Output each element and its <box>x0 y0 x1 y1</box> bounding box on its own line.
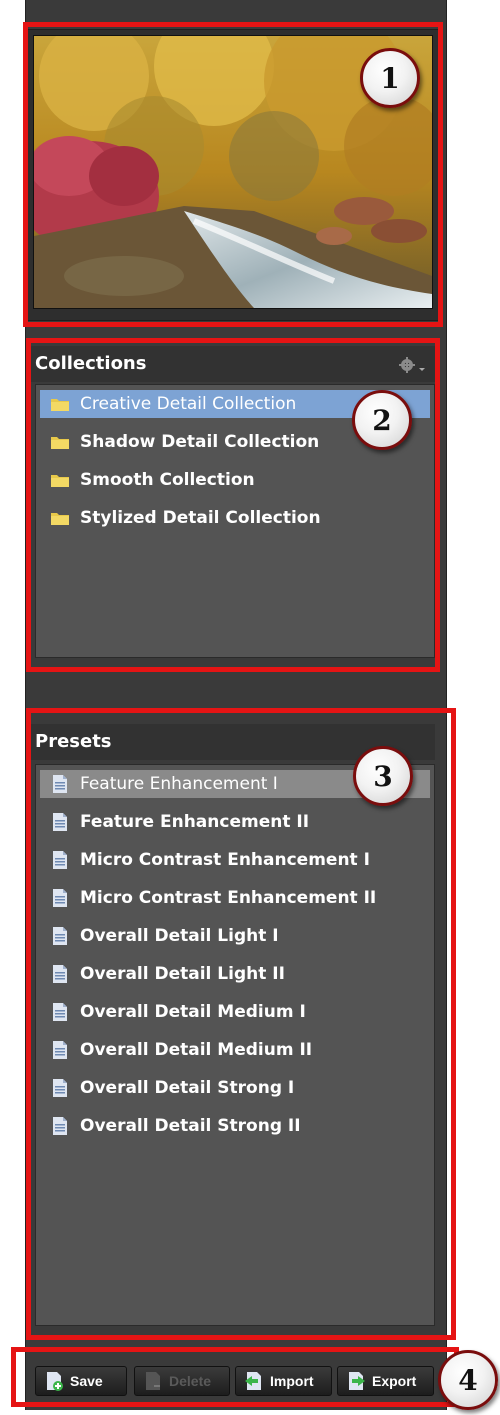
preset-item-label: Overall Detail Strong II <box>80 1116 301 1136</box>
preset-item[interactable]: Overall Detail Light II <box>40 960 430 988</box>
preset-item[interactable]: Feature Enhancement II <box>40 808 430 836</box>
collection-item-label: Stylized Detail Collection <box>80 508 321 528</box>
callout-badge: 2 <box>352 390 412 450</box>
preset-item[interactable]: Overall Detail Strong I <box>40 1074 430 1102</box>
callout-badge: 4 <box>438 1350 498 1410</box>
save-button[interactable]: Save <box>35 1366 127 1396</box>
callout-badge: 1 <box>360 48 420 108</box>
document-icon <box>50 1078 70 1098</box>
preset-item-label: Feature Enhancement II <box>80 812 310 832</box>
collection-item-label: Creative Detail Collection <box>80 394 297 414</box>
document-icon <box>50 1116 70 1136</box>
preset-item[interactable]: Micro Contrast Enhancement II <box>40 884 430 912</box>
document-icon <box>50 812 70 832</box>
preset-item[interactable]: Overall Detail Strong II <box>40 1112 430 1140</box>
export-button[interactable]: Export <box>337 1366 434 1396</box>
document-icon <box>50 964 70 984</box>
collections-title: Collections <box>35 353 147 374</box>
save-label: Save <box>70 1373 103 1389</box>
import-icon <box>245 1372 261 1390</box>
preset-item[interactable]: Overall Detail Light I <box>40 922 430 950</box>
preset-item-label: Feature Enhancement I <box>80 774 278 794</box>
import-label: Import <box>270 1373 314 1389</box>
preset-item-label: Micro Contrast Enhancement I <box>80 850 370 870</box>
presets-title: Presets <box>35 731 112 752</box>
collection-item-label: Shadow Detail Collection <box>80 432 320 452</box>
folder-icon <box>50 432 70 452</box>
delete-label: Delete <box>169 1373 212 1389</box>
callout-badge: 3 <box>353 746 413 806</box>
document-icon <box>50 1040 70 1060</box>
preset-item-label: Overall Detail Light I <box>80 926 279 946</box>
preset-item[interactable]: Overall Detail Medium II <box>40 1036 430 1064</box>
collections-header: Collections <box>30 346 435 382</box>
delete-icon <box>146 1372 160 1390</box>
folder-icon <box>50 508 70 528</box>
collection-item[interactable]: Smooth Collection <box>40 466 430 494</box>
export-icon <box>349 1372 365 1390</box>
delete-button[interactable]: Delete <box>134 1366 230 1396</box>
callout-number: 2 <box>372 403 392 437</box>
preset-item-label: Overall Detail Medium I <box>80 1002 306 1022</box>
callout-number: 3 <box>373 759 393 793</box>
collection-item-label: Smooth Collection <box>80 470 255 490</box>
collection-item[interactable]: Stylized Detail Collection <box>40 504 430 532</box>
callout-number: 4 <box>458 1363 478 1397</box>
preset-item-label: Overall Detail Medium II <box>80 1040 313 1060</box>
preset-item[interactable]: Overall Detail Medium I <box>40 998 430 1026</box>
preset-item-label: Overall Detail Light II <box>80 964 285 984</box>
document-icon <box>50 1002 70 1022</box>
folder-icon <box>50 470 70 490</box>
import-button[interactable]: Import <box>235 1366 332 1396</box>
callout-number: 1 <box>380 61 400 95</box>
preset-item[interactable]: Micro Contrast Enhancement I <box>40 846 430 874</box>
save-icon <box>47 1372 63 1391</box>
gear-icon[interactable] <box>398 356 428 374</box>
document-icon <box>50 774 70 794</box>
presets-list: Feature Enhancement I Feature Enhancemen… <box>35 764 435 1326</box>
folder-icon <box>50 394 70 414</box>
export-label: Export <box>372 1373 417 1389</box>
bottom-toolbar: Save Delete Import Export <box>30 1360 440 1400</box>
document-icon <box>50 850 70 870</box>
document-icon <box>50 926 70 946</box>
preset-item-label: Overall Detail Strong I <box>80 1078 295 1098</box>
document-icon <box>50 888 70 908</box>
preset-item-label: Micro Contrast Enhancement II <box>80 888 377 908</box>
